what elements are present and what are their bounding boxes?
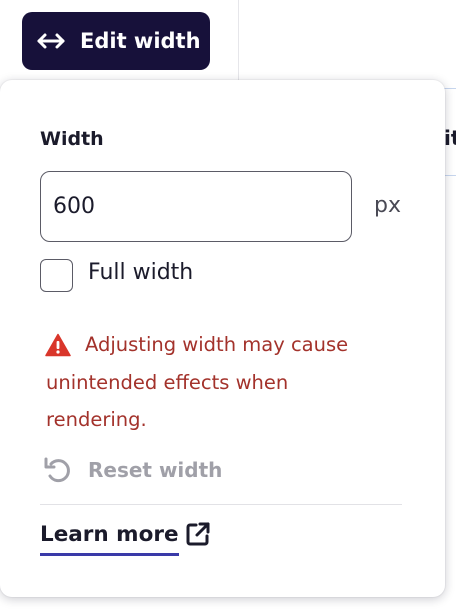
edit-width-label: Edit width [80, 29, 201, 53]
reset-width-button[interactable]: Reset width [42, 454, 222, 486]
edit-width-button[interactable]: Edit width [22, 12, 210, 70]
width-label: Width [40, 128, 104, 150]
background-peek-text: it [444, 126, 456, 150]
learn-more-link[interactable]: Learn more [40, 520, 211, 556]
learn-more-label: Learn more [40, 520, 179, 556]
width-warning-text: Adjusting width may cause unintended eff… [46, 333, 349, 431]
divider [40, 504, 402, 505]
external-link-icon [185, 521, 211, 547]
reset-width-label: Reset width [88, 458, 223, 482]
arrows-horizontal-icon [36, 31, 66, 51]
width-unit: px [374, 193, 401, 218]
full-width-checkbox[interactable] [40, 259, 73, 292]
background-divider [238, 0, 239, 80]
width-input[interactable] [40, 171, 352, 242]
reset-arrow-icon [42, 454, 74, 486]
full-width-label[interactable]: Full width [88, 260, 193, 285]
edit-width-popover: Width px Full width Adjusting width may … [0, 80, 445, 597]
